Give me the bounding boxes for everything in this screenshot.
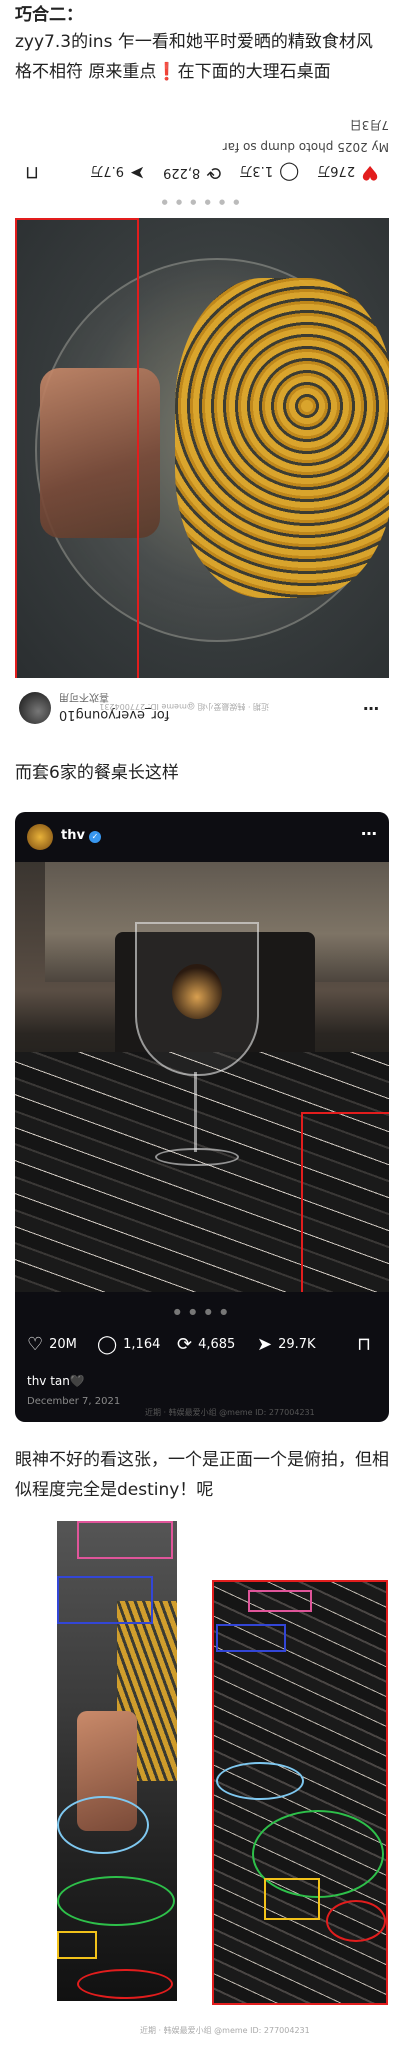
share-icon[interactable]: ➤ — [257, 1334, 272, 1355]
marker-pink — [77, 1521, 173, 1559]
watermark: 近期 · 韩娱最爱小组 @meme ID: 277004231 — [99, 702, 269, 711]
marker-blue — [216, 1624, 286, 1652]
post1-photo — [15, 218, 389, 678]
marker-light-blue — [216, 1762, 304, 1800]
bookmark-icon[interactable]: ⊓ — [25, 163, 39, 184]
marker-green — [57, 1876, 175, 1926]
post2-username[interactable]: thv ✓ — [61, 828, 101, 843]
post1-reposts: 8,229 — [163, 165, 201, 181]
marker-pink — [248, 1590, 312, 1612]
more-icon[interactable]: ⋯ — [361, 824, 377, 843]
comment-icon[interactable]: ◯ — [279, 163, 299, 184]
share-icon[interactable]: ➤ — [130, 163, 145, 184]
post2-header: thv ✓ ⋯ — [15, 812, 389, 862]
set-intro-text: 而套6家的餐桌长这样 — [15, 763, 179, 783]
post1-shares: 9.7万 — [90, 163, 124, 179]
bookmark-icon[interactable]: ⊓ — [357, 1334, 377, 1355]
highlight-box-marble — [301, 1112, 389, 1292]
share-group: ➤ 29.7K — [257, 1334, 316, 1355]
post2-likes: 20M — [49, 1337, 77, 1352]
marker-blue — [57, 1576, 153, 1624]
watermark: 近期 · 韩娱最爱小组 @meme ID: 277004231 — [145, 1408, 315, 1417]
post-flipped: My 2025 photo dump so far 7月3日 ♥ 276万 ◯ … — [15, 118, 389, 738]
post1-caption: My 2025 photo dump so far — [222, 140, 389, 154]
marker-yellow — [264, 1878, 320, 1920]
post2-date: December 7, 2021 — [27, 1396, 121, 1407]
post2-shares: 29.7K — [278, 1337, 316, 1352]
conclusion-text: 眼神不好的看这张，一个是正面一个是俯拍，但相似程度完全是destiny！呢 — [15, 1450, 389, 1500]
marker-yellow — [57, 1931, 97, 1959]
post1-caption-area: My 2025 photo dump so far 7月3日 — [15, 118, 389, 154]
heart-icon[interactable]: ♡ — [27, 1334, 43, 1355]
comparison-left-crop — [57, 1521, 177, 2001]
verified-icon: ✓ — [88, 831, 101, 843]
comparison-right-crop — [212, 1580, 388, 2005]
post2-caption: thv tan🖤 — [27, 1374, 85, 1388]
carousel-dots: ● ● ● ● — [173, 1307, 231, 1316]
repost-icon[interactable]: ⟳ — [206, 163, 221, 184]
comment-group: ◯ 1,164 — [97, 1334, 160, 1355]
post1-comments: 1.3万 — [239, 163, 274, 179]
carousel-dots: ● ● ● ● ● ● — [161, 198, 243, 206]
post2-photo — [15, 862, 389, 1292]
avatar[interactable] — [19, 692, 51, 724]
post2-comments: 1,164 — [123, 1337, 161, 1352]
post1-date: 7月3日 — [349, 118, 389, 132]
post2-reposts: 4,685 — [198, 1337, 236, 1352]
highlight-box-marble — [15, 218, 139, 678]
dog — [172, 964, 222, 1019]
intro-text: zyy7.3的ins 乍一看和她平时爱晒的精致食材风格不相符 原来重点❗在下面的… — [15, 32, 373, 82]
watermark: 近期 · 韩娱最爱小组 @meme ID: 277004231 — [140, 2026, 310, 2035]
section-heading: 巧合二： — [15, 5, 83, 25]
more-icon[interactable]: ⋯ — [363, 699, 379, 718]
post2-username-text: thv — [61, 828, 85, 843]
repost-icon[interactable]: ⟳ — [177, 1334, 192, 1355]
marker-red — [326, 1900, 386, 1942]
avatar[interactable] — [27, 824, 53, 850]
post1-likes: 276万 — [317, 163, 356, 179]
repost-group: ⟳ 4,685 — [177, 1334, 235, 1355]
post2-actions: ♡ 20M ◯ 1,164 ⟳ 4,685 ➤ 29.7K ⊓ — [27, 1334, 377, 1358]
wine-glass — [135, 922, 259, 1076]
marker-light-blue — [57, 1796, 149, 1854]
glass-stem — [194, 1072, 197, 1152]
noodles — [175, 278, 389, 598]
post1-actions: ♥ 276万 ◯ 1.3万 ⟳ 8,229 ➤ 9.7万 ⊓ — [15, 158, 389, 188]
glass-base — [155, 1148, 239, 1166]
post-thv: thv ✓ ⋯ ● ● ● ● ♡ 20M ◯ 1,164 ⟳ 4,685 ➤ 29.7K… — [15, 812, 389, 1422]
heart-icon[interactable]: ♥ — [361, 161, 379, 185]
comment-icon[interactable]: ◯ — [97, 1334, 117, 1355]
post1-profile-row: for_everyoung10 喜欢不可用 ⋯ 近期 · 韩娱最爱小组 @mem… — [15, 688, 389, 728]
marker-red — [77, 1969, 173, 1999]
like-group: ♡ 20M — [27, 1334, 77, 1355]
